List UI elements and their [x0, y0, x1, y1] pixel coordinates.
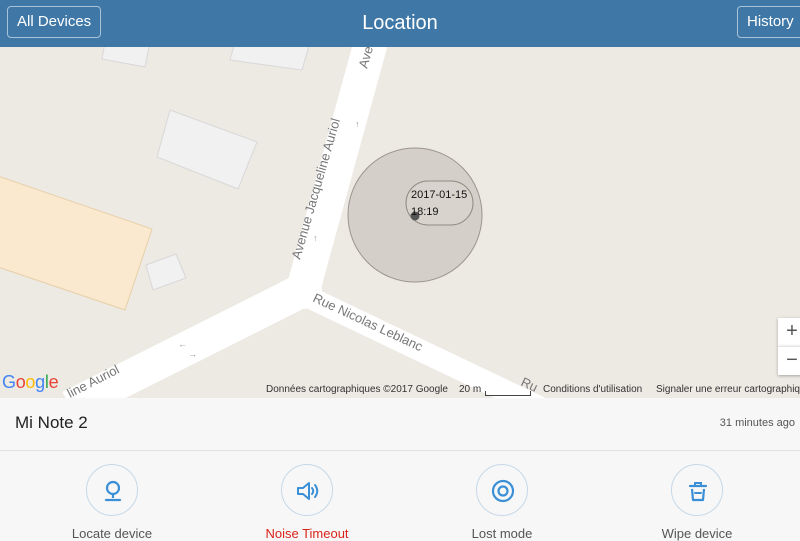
- road-arrow: →: [188, 349, 197, 359]
- pin-date: 2017-01-15: [411, 189, 468, 201]
- building: [101, 47, 150, 68]
- google-logo[interactable]: Google: [2, 372, 59, 393]
- report-error-link[interactable]: Signaler une erreur cartographique: [656, 384, 800, 395]
- building: [145, 253, 187, 291]
- building: [156, 109, 258, 190]
- road-arrow: ↑: [313, 233, 318, 243]
- last-seen-time: 31 minutes ago: [719, 417, 795, 429]
- all-devices-button[interactable]: All Devices: [7, 6, 102, 38]
- building: [229, 47, 310, 71]
- noise-timeout-button[interactable]: Noise Timeout: [232, 464, 382, 541]
- device-name: Mi Note 2: [15, 413, 88, 432]
- locate-device-label: Locate device: [71, 526, 153, 541]
- action-bar: Locate device Noise Timeout Lost mode Wi…: [0, 451, 800, 541]
- locate-icon: [104, 480, 122, 502]
- history-button[interactable]: History: [737, 6, 800, 38]
- wipe-device-button[interactable]: Wipe device: [622, 464, 772, 541]
- street-label: Rue Nicolas Leblanc: [311, 290, 426, 354]
- trash-icon: [688, 482, 708, 502]
- road-arrow: ←: [178, 339, 187, 349]
- wipe-device-label: Wipe device: [661, 526, 733, 541]
- pin-time: 18:19: [411, 206, 439, 218]
- top-bar: Location All Devices History: [0, 0, 800, 47]
- zoom-out-button[interactable]: −: [778, 346, 800, 375]
- map-attribution: Données cartographiques ©2017 Google: [266, 384, 448, 395]
- map-view[interactable]: ↑ ↑ ← → Avenue Jacqueline Auriol Rue Nic…: [0, 47, 800, 398]
- map-canvas: ↑ ↑ ← → Avenue Jacqueline Auriol Rue Nic…: [0, 47, 546, 398]
- page-title: Location: [362, 12, 438, 34]
- road-arrow: ↑: [355, 119, 360, 129]
- lost-mode-button[interactable]: Lost mode: [427, 464, 577, 541]
- lost-mode-label: Lost mode: [471, 526, 533, 541]
- building-highlight: [0, 176, 153, 311]
- scale-bar: [485, 391, 531, 396]
- terms-link[interactable]: Conditions d'utilisation: [543, 384, 642, 395]
- scale-label: 20 m: [459, 384, 482, 395]
- noise-timeout-label: Noise Timeout: [265, 526, 349, 541]
- location-tooltip: 2017-01-15 18:19: [411, 187, 467, 221]
- device-info-bar: Mi Note 2 31 minutes ago: [0, 398, 800, 451]
- locate-device-button[interactable]: Locate device: [37, 464, 187, 541]
- zoom-in-button[interactable]: +: [778, 318, 800, 346]
- target-icon: [491, 479, 515, 503]
- speaker-icon: [297, 482, 319, 500]
